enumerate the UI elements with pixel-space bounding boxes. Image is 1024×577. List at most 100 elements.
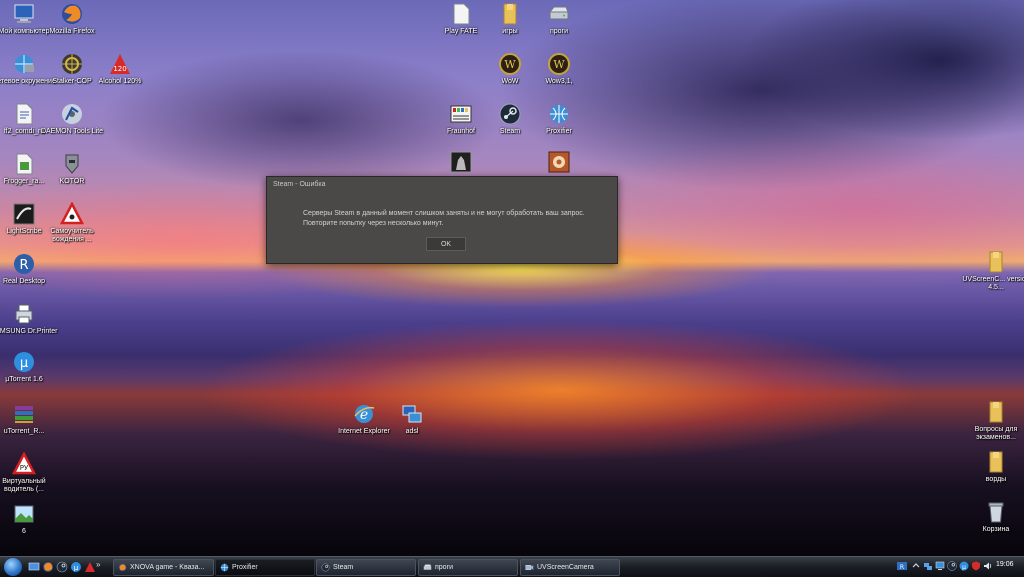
archive-icon [15,406,33,423]
desktop-icon-samsung-printer[interactable]: SAMSUNG Dr.Printer [0,302,59,336]
steam-icon[interactable] [947,561,957,571]
desktop-icon-firefox[interactable]: Mozilla Firefox [37,2,107,36]
dialog-message: Серверы Steam в данный момент слишком за… [303,210,585,227]
icon-label: ворды [985,476,1007,483]
desktop-icon-kotor[interactable]: KOTOR [37,152,107,186]
taskbar-item-xnova[interactable]: XNOVA game - Kваза... [113,559,214,576]
keyboard-layout-icon[interactable]: R [897,561,907,571]
network-icon [402,405,422,423]
start-button[interactable] [4,558,22,576]
folder-icon [989,401,1003,423]
desktop-icon-words-folder[interactable]: ворды [961,450,1024,484]
desktop-icon-real-desktop[interactable]: R Real Desktop [0,252,59,286]
icon-label: Proxifier [546,128,572,135]
desktop-icon-daemon-tools[interactable]: DAEMON Tools Lite [37,102,107,136]
svg-text:R: R [900,564,904,571]
steam-icon [321,563,330,572]
shield-icon[interactable] [971,561,981,571]
expand-tray-icon[interactable] [911,561,921,571]
quick-launch-overflow-icon[interactable]: » [96,560,106,572]
svg-text:W: W [553,58,565,71]
taskbar-item-label: Steam [333,564,354,571]
desktop-icon-proxifier[interactable]: Proxifier [524,102,594,136]
clock[interactable]: 19:06 [996,561,1014,568]
icon-label: Mozilla Firefox [49,28,95,35]
icon-label: проги [549,28,569,35]
svg-text:µ: µ [74,564,79,572]
svg-text:W: W [504,58,516,71]
monitor-icon[interactable] [935,561,945,571]
taskbar-item-label: проги [435,564,454,571]
desktop-icon-programs-drive[interactable]: проги [524,2,594,36]
document-icon [16,153,33,175]
svg-text:µ: µ [20,356,28,371]
utorrent-icon[interactable]: µ [70,561,82,573]
desktop-icon-adsl[interactable]: adsl [377,402,447,436]
folder-icon [989,451,1003,473]
icon-label: Виртуальный водитель (... [2,478,46,493]
icon-label: DAEMON Tools Lite [40,128,104,135]
icon-label: Wow3,1, [545,78,573,85]
utorrent-icon[interactable]: µ [959,561,969,571]
desktop-icon-image-6[interactable]: 6 [0,502,59,536]
icon-label: adsl [405,428,419,435]
svg-text:РУ: РУ [20,464,29,472]
desktop-icon-tf2[interactable] [524,150,594,176]
steam-icon[interactable] [56,561,68,573]
ok-button[interactable]: OK [426,237,466,251]
lightscribe-icon [13,203,35,225]
taskbar-item-label: XNOVA game - Kваза... [130,564,205,571]
icon-label: uTorrent_R... [3,428,45,435]
desktop-icon-exam-questions-folder[interactable]: Вопросы для экзаменов... [961,400,1024,442]
taskbar-item-steam[interactable]: Steam [316,559,416,576]
steam-error-dialog: Steam - Ошибка Серверы Steam в данный мо… [266,176,618,264]
network-status-icon[interactable] [923,561,933,571]
svg-text:µ: µ [962,564,966,571]
image-icon [14,505,34,523]
desktop-icon-utorrent-archive[interactable]: uTorrent_R... [0,402,59,436]
firefox-icon[interactable] [42,561,54,573]
road-sign-icon [60,202,84,225]
desktop-icon-utorrent[interactable]: µ µTorrent 1.6 [0,350,59,384]
icon-label: Alcohol 120% [98,78,142,85]
wow-icon: W [499,53,521,75]
desktop-icon-virtual-driver[interactable]: РУ Виртуальный водитель (... [0,452,59,494]
desktop-icon-recycle-bin[interactable]: Корзина [961,500,1024,534]
ie-icon: e [354,405,375,423]
taskbar-item-label: UVScreenCamera [537,564,594,571]
icon-label: 6 [22,528,26,535]
printer-icon [15,304,33,324]
document-icon [16,103,33,125]
taskbar-item-uvscreencamera[interactable]: UVScreenCamera [520,559,620,576]
steam-icon [499,103,521,125]
volume-icon[interactable] [983,561,993,571]
icon-label: Real Desktop [2,278,46,285]
desktop-icon-wow31[interactable]: W Wow3,1, [524,52,594,86]
taskbar-item-programs[interactable]: проги [418,559,518,576]
desktop-icon-driving-tutor[interactable]: Самоучитель вождения ... [37,202,107,244]
wow-icon: W [548,53,570,75]
tf2-icon [548,151,570,173]
icon-label: Самоучитель вождения ... [50,228,94,243]
svg-text:R: R [19,258,28,273]
firefox-icon [118,563,127,572]
desktop-icon-alcohol[interactable]: 120 Alcohol 120% [85,52,155,86]
drive-icon [548,6,569,20]
game-icon [450,151,472,173]
desktop-icon-uvscreencamera-folder[interactable]: UVScreenC... version 4.5... [961,250,1024,292]
network-icon [15,55,34,73]
show-desktop-icon[interactable] [28,561,40,573]
taskbar: µ » XNOVA game - Kваза... Proxifier Stea… [0,556,1024,577]
real-desktop-icon: R [14,254,34,274]
computer-icon [14,4,34,23]
folder-icon [989,251,1003,273]
alcohol-icon[interactable] [84,561,96,573]
icon-label: UVScreenC... version 4.5... [962,276,1024,291]
stalker-icon [62,54,82,74]
icon-label: KOTOR [59,178,85,185]
drive-icon [423,564,432,570]
road-sign-icon: РУ [12,452,36,475]
desktop-icon-game[interactable] [426,150,496,176]
icon-label: µTorrent 1.6 [5,376,43,383]
taskbar-item-proxifier[interactable]: Proxifier [215,559,315,576]
